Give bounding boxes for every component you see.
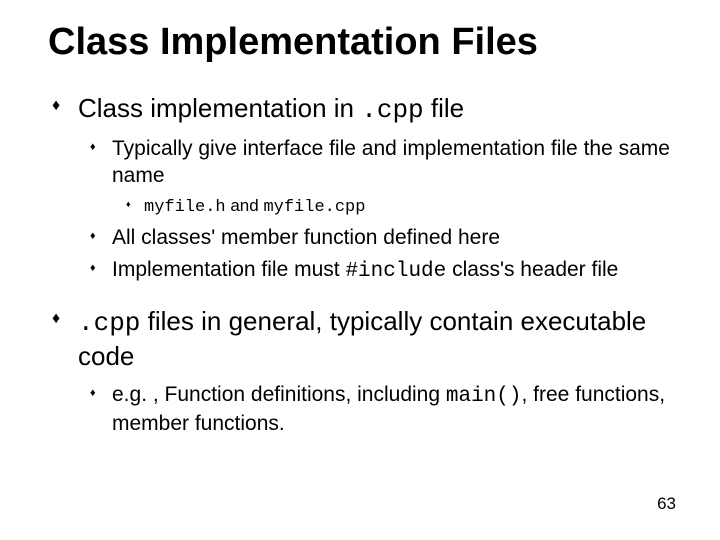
code-run: myfile.h xyxy=(144,198,226,217)
code-run: .cpp xyxy=(361,95,423,125)
bullet-item: Implementation file must #include class'… xyxy=(90,257,672,285)
bullet-item: e.g. , Function definitions, including m… xyxy=(90,382,672,437)
bullet-list-level2: e.g. , Function definitions, including m… xyxy=(78,382,672,437)
code-run: main() xyxy=(446,385,522,408)
code-run: .cpp xyxy=(78,308,140,338)
text-run: file xyxy=(424,93,464,123)
text-run: files in general, typically contain exec… xyxy=(78,306,646,371)
bullet-list-level1: Class implementation in .cpp file Typica… xyxy=(48,92,672,437)
bullet-item: .cpp files in general, typically contain… xyxy=(52,305,672,437)
bullet-item: myfile.h and myfile.cpp xyxy=(126,195,672,219)
text-run: Implementation file must xyxy=(112,258,345,281)
bullet-list-level2: Typically give interface file and implem… xyxy=(78,136,672,285)
page-title: Class Implementation Files xyxy=(48,22,672,64)
bullet-item: Class implementation in .cpp file Typica… xyxy=(52,92,672,286)
text-run: Typically give interface file and implem… xyxy=(112,137,670,186)
page-number: 63 xyxy=(657,494,676,514)
text-run: All classes' member function defined her… xyxy=(112,226,500,249)
text-run: e.g. , Function definitions, including xyxy=(112,383,446,406)
code-run: myfile.cpp xyxy=(263,198,365,217)
text-run: and xyxy=(226,196,264,215)
bullet-list-level3: myfile.h and myfile.cpp xyxy=(112,195,672,219)
bullet-item: Typically give interface file and implem… xyxy=(90,136,672,219)
code-run: #include xyxy=(345,260,446,283)
slide: Class Implementation Files Class impleme… xyxy=(0,0,720,540)
text-run: Class implementation in xyxy=(78,93,361,123)
text-run: class's header file xyxy=(446,258,618,281)
bullet-item: All classes' member function defined her… xyxy=(90,225,672,251)
